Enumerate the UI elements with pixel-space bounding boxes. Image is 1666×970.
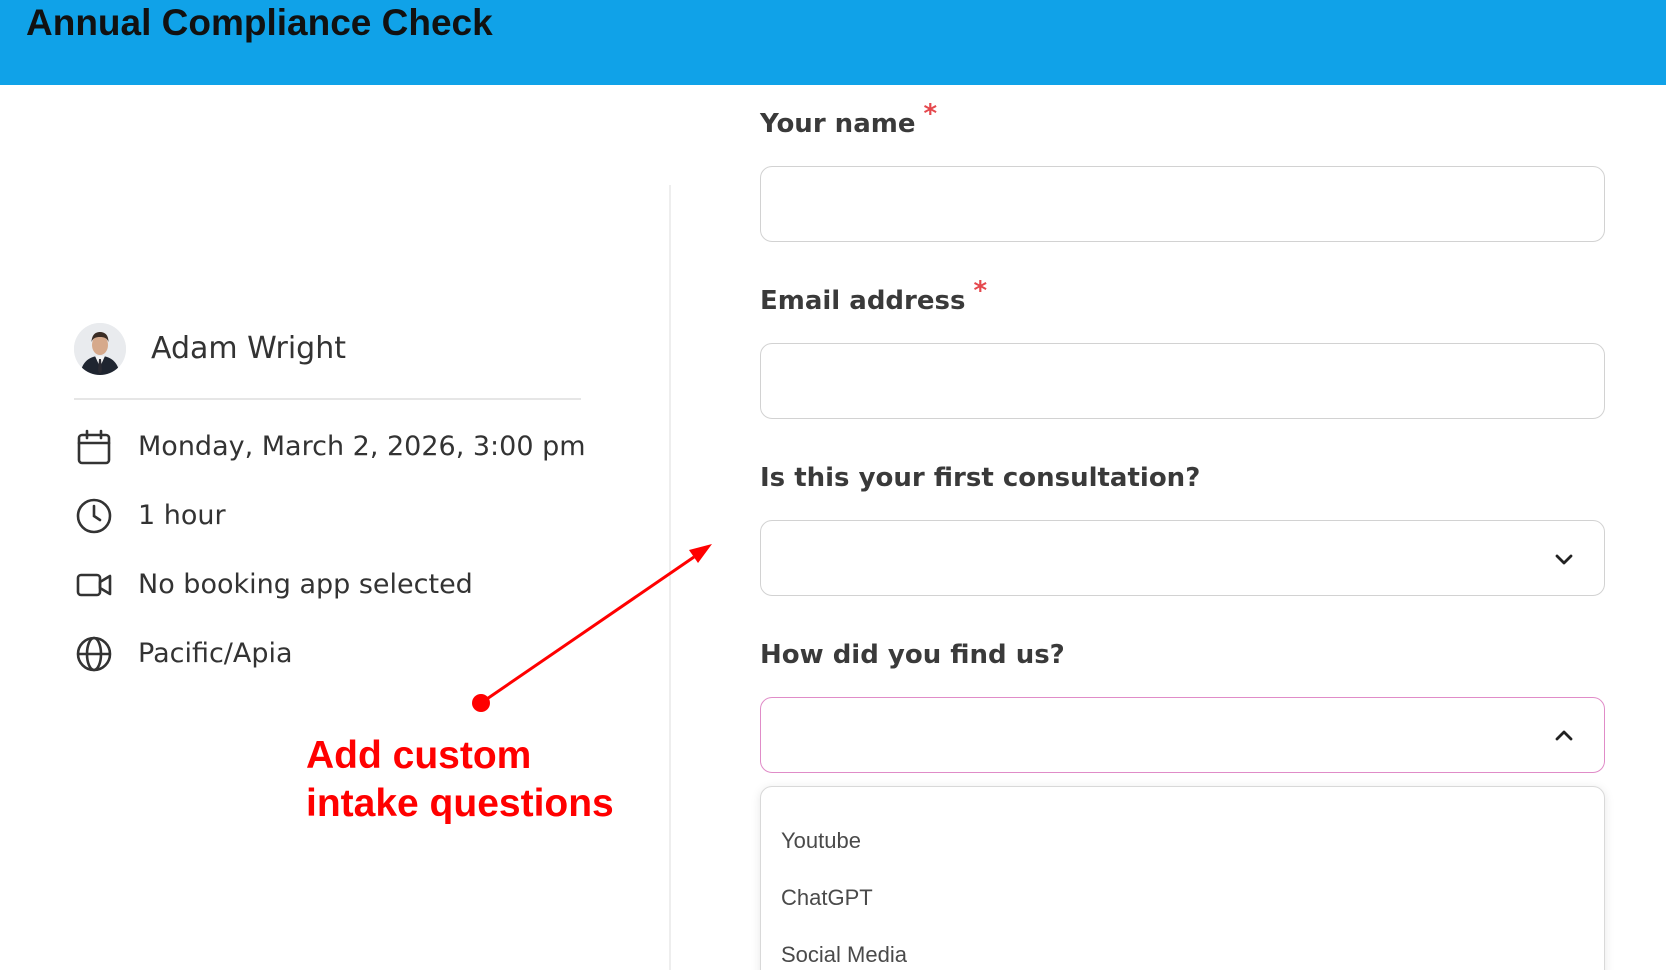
annotation-text: Add custom intake questions	[306, 734, 614, 825]
option-youtube[interactable]: Youtube	[781, 827, 861, 855]
page-title: Annual Compliance Check	[26, 2, 493, 43]
find-us-label: How did you find us?	[760, 640, 1065, 670]
duration-row: 1 hour	[74, 496, 226, 536]
first-consultation-label: Is this your first consultation?	[760, 463, 1201, 493]
email-input[interactable]	[760, 343, 1605, 419]
chevron-down-icon	[1555, 554, 1573, 565]
panel-divider	[669, 185, 671, 970]
name-label: Your name *	[760, 99, 938, 139]
date-time-row: Monday, March 2, 2026, 3:00 pm	[74, 427, 586, 467]
option-social-media[interactable]: Social Media	[781, 941, 907, 969]
clock-icon	[74, 496, 114, 536]
timezone-text: Pacific/Apia	[138, 638, 293, 669]
find-us-dropdown: Youtube ChatGPT Social Media	[760, 786, 1605, 970]
required-marker: *	[973, 276, 988, 306]
divider	[74, 398, 581, 400]
duration-text: 1 hour	[138, 500, 226, 531]
chevron-up-icon	[1555, 730, 1573, 741]
email-label: Email address *	[760, 276, 988, 316]
find-us-select[interactable]	[760, 697, 1605, 773]
avatar	[74, 323, 126, 375]
header-bar: Annual Compliance Check	[0, 0, 1666, 85]
booking-app-text: No booking app selected	[138, 569, 473, 600]
booking-app-row: No booking app selected	[74, 565, 473, 605]
host-name: Adam Wright	[151, 331, 346, 366]
first-consultation-select[interactable]	[760, 520, 1605, 596]
name-input[interactable]	[760, 166, 1605, 242]
timezone-row: Pacific/Apia	[74, 634, 293, 674]
required-marker: *	[923, 99, 938, 129]
video-camera-icon	[74, 565, 114, 605]
person-photo-icon	[74, 323, 126, 375]
globe-icon	[74, 634, 114, 674]
option-chatgpt[interactable]: ChatGPT	[781, 884, 873, 912]
date-time-text: Monday, March 2, 2026, 3:00 pm	[138, 431, 586, 462]
calendar-icon	[74, 427, 114, 467]
